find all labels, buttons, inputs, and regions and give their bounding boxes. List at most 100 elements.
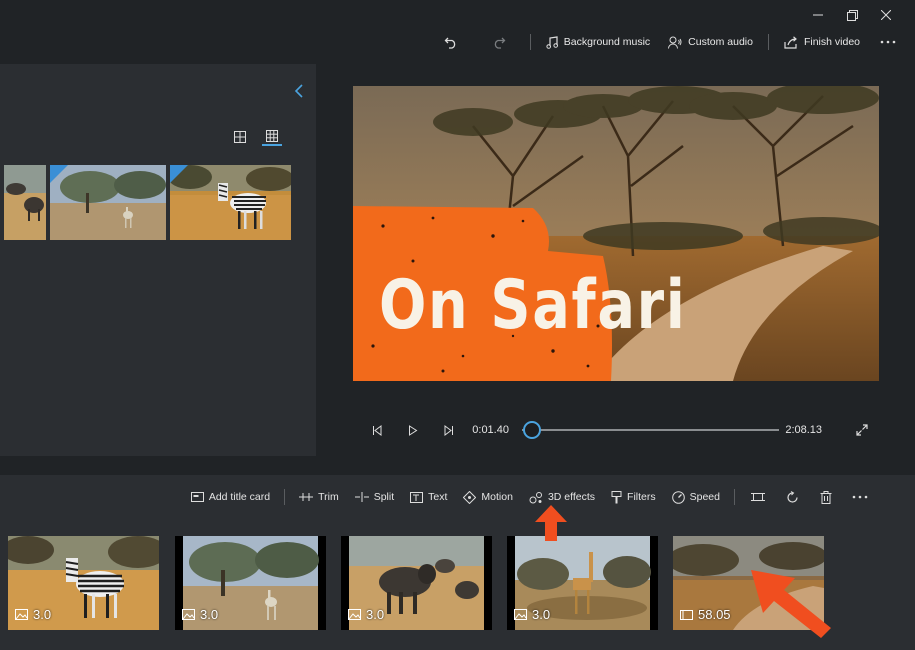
next-frame-button[interactable] <box>431 424 466 436</box>
person-audio-icon <box>668 36 682 49</box>
step-back-icon <box>372 424 383 436</box>
clip-duration: 3.0 <box>514 607 550 622</box>
playback-controls: 0:01.40 2:08.13 <box>360 418 880 442</box>
split-button[interactable]: Split <box>347 491 402 503</box>
resize-button[interactable] <box>741 491 775 503</box>
finish-video-button[interactable]: Finish video <box>775 35 869 49</box>
custom-audio-label: Custom audio <box>688 36 753 48</box>
in-use-marker <box>170 165 188 183</box>
3d-effects-label: 3D effects <box>547 491 596 503</box>
minimize-icon <box>813 10 823 20</box>
finish-video-label: Finish video <box>803 36 860 48</box>
rotate-icon <box>786 490 799 504</box>
library-thumbnail[interactable] <box>50 165 166 240</box>
text-button[interactable]: Text <box>402 491 455 503</box>
clip-duration: 3.0 <box>15 607 51 622</box>
motion-button[interactable]: Motion <box>455 490 521 504</box>
redo-icon <box>492 35 506 49</box>
speed-button[interactable]: Speed <box>664 490 728 504</box>
storyboard-clip[interactable]: 3.0 <box>175 536 326 630</box>
step-forward-icon <box>443 424 454 436</box>
motion-label: Motion <box>481 491 513 503</box>
speedometer-icon <box>671 490 685 504</box>
speed-label: Speed <box>689 491 720 503</box>
video-icon <box>680 609 693 620</box>
trim-button[interactable]: Trim <box>291 491 347 503</box>
restore-button[interactable] <box>835 6 869 24</box>
undo-icon <box>444 35 458 49</box>
clip-duration-value: 3.0 <box>200 607 219 622</box>
trim-label: Trim <box>318 491 339 503</box>
redo-button[interactable] <box>486 35 512 49</box>
project-library-panel <box>0 64 316 456</box>
in-use-marker <box>50 165 68 183</box>
storyboard-clip[interactable]: 3.0 <box>8 536 159 630</box>
view-toggle <box>230 128 282 146</box>
divider <box>734 489 735 505</box>
filters-button[interactable]: Filters <box>603 490 664 504</box>
image-icon <box>348 609 361 620</box>
storyboard-more-button[interactable] <box>843 495 877 499</box>
more-icon <box>852 495 868 499</box>
image-icon <box>514 609 527 620</box>
play-icon <box>408 424 418 436</box>
window-controls <box>801 6 903 24</box>
small-grid-icon <box>266 130 278 142</box>
background-music-label: Background music <box>563 36 651 48</box>
filters-label: Filters <box>627 491 656 503</box>
previous-frame-button[interactable] <box>360 424 395 436</box>
export-icon <box>784 35 798 49</box>
video-preview[interactable]: On Safari <box>353 86 879 381</box>
minimize-button[interactable] <box>801 6 835 24</box>
expand-icon <box>856 424 868 436</box>
callout-arrow-up <box>534 505 568 546</box>
large-grid-view-button[interactable] <box>230 128 250 146</box>
collapse-library-button[interactable] <box>294 84 304 98</box>
current-time: 0:01.40 <box>472 424 509 436</box>
trim-icon <box>299 492 314 502</box>
3d-effects-icon <box>529 491 543 504</box>
divider <box>529 34 531 50</box>
filters-icon <box>611 490 622 504</box>
text-label: Text <box>428 491 448 503</box>
storyboard-clip[interactable]: 3.0 <box>341 536 492 630</box>
3d-effects-button[interactable]: 3D effects <box>521 491 603 504</box>
rotate-button[interactable] <box>775 490 809 504</box>
clip-duration-value: 3.0 <box>532 607 551 622</box>
library-thumbnail[interactable] <box>4 165 46 240</box>
close-button[interactable] <box>869 6 903 24</box>
split-icon <box>354 492 369 502</box>
restore-icon <box>846 9 858 21</box>
resize-icon <box>751 491 765 503</box>
clip-duration-value: 58.05 <box>698 607 731 622</box>
title-card-icon <box>190 492 204 502</box>
close-icon <box>881 10 891 20</box>
add-title-card-label: Add title card <box>208 491 271 503</box>
preview-title-text: On Safari <box>379 266 687 345</box>
image-icon <box>15 609 28 620</box>
custom-audio-button[interactable]: Custom audio <box>659 36 762 49</box>
storyboard-clip[interactable]: 3.0 <box>507 536 658 630</box>
play-button[interactable] <box>395 424 430 436</box>
delete-button[interactable] <box>809 490 843 504</box>
divider <box>767 34 769 50</box>
add-title-card-button[interactable]: Add title card <box>183 491 278 503</box>
background-music-button[interactable]: Background music <box>537 35 659 49</box>
large-grid-icon <box>234 131 246 143</box>
more-button[interactable] <box>875 40 901 44</box>
more-icon <box>880 40 896 44</box>
clip-duration: 3.0 <box>182 607 218 622</box>
seek-handle[interactable] <box>523 421 542 439</box>
total-duration: 2:08.13 <box>785 424 823 436</box>
seek-slider[interactable] <box>521 421 780 439</box>
small-grid-view-button[interactable] <box>262 128 282 146</box>
chevron-left-icon <box>294 84 304 98</box>
image-icon <box>182 609 195 620</box>
fullscreen-button[interactable] <box>845 424 880 436</box>
callout-arrow-diagonal <box>745 568 835 645</box>
undo-button[interactable] <box>438 35 464 49</box>
split-label: Split <box>373 491 395 503</box>
top-toolbar: Background music Custom audio Finish vid… <box>438 30 901 54</box>
library-thumbnail[interactable] <box>170 165 291 240</box>
motion-icon <box>463 490 477 504</box>
